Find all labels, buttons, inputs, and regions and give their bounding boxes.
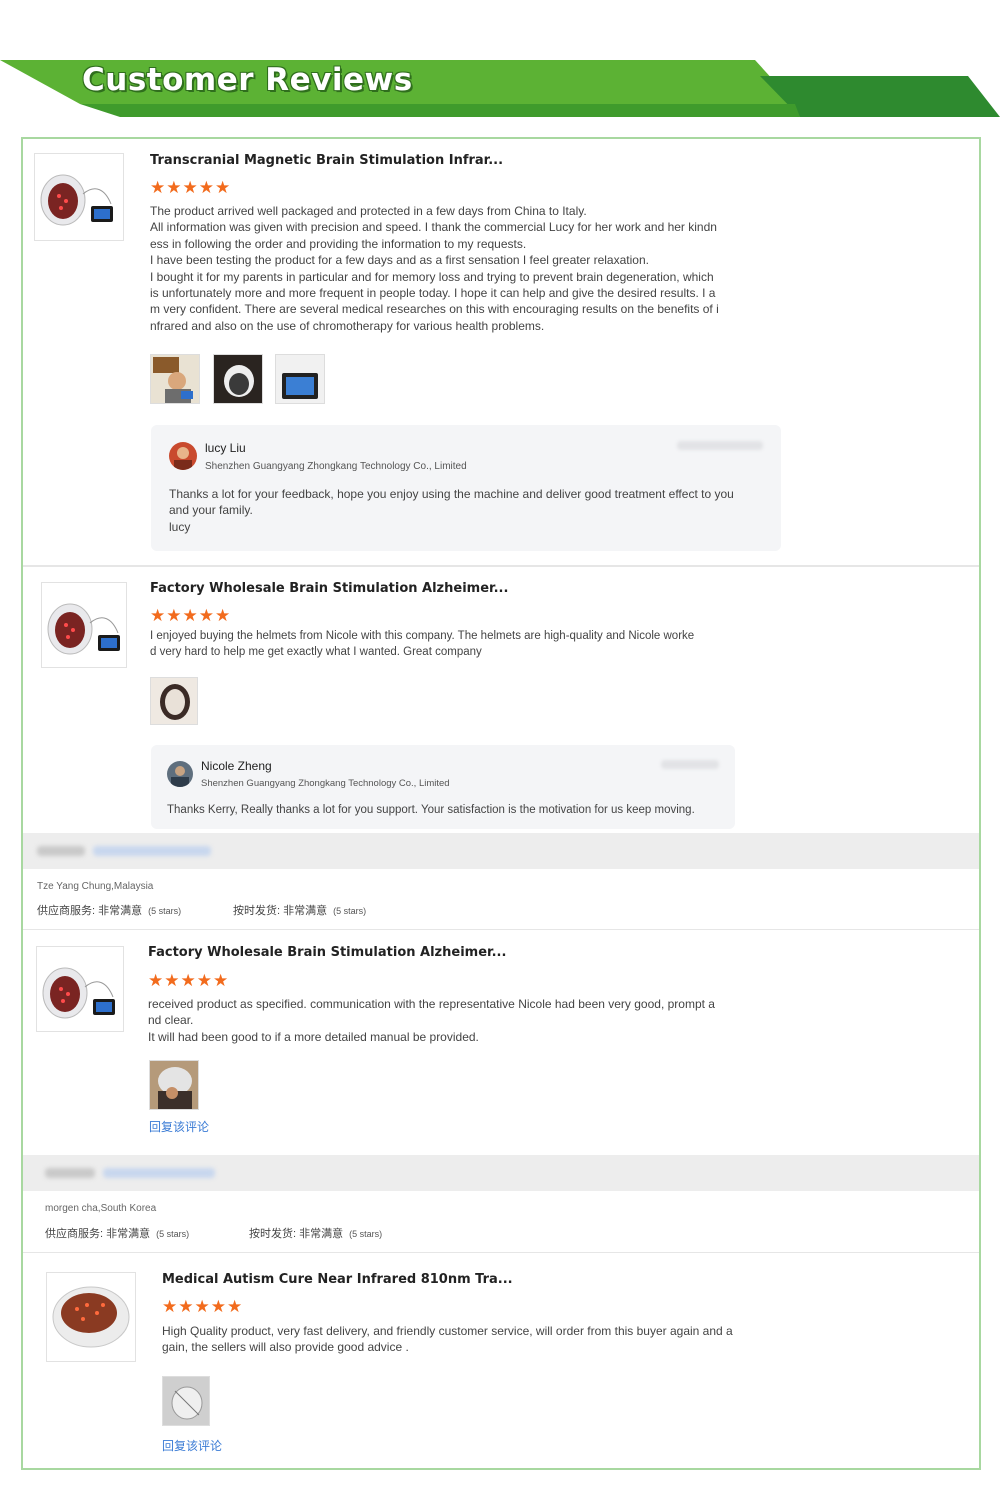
shipping-rating: 按时发货: 非常满意 (5 stars) [249, 1228, 383, 1240]
review-card: Factory Wholesale Brain Stimulation Alzh… [23, 930, 979, 1152]
reply-date [661, 760, 719, 769]
brain-helmet-device-icon [42, 967, 115, 1019]
product-thumbnail[interactable] [34, 153, 124, 241]
review-photo[interactable] [150, 354, 200, 404]
review-photo[interactable] [149, 1060, 199, 1110]
device-photo-icon [276, 355, 324, 403]
customer-reviews-banner: Customer Reviews [0, 0, 1000, 130]
seller-reply: lucy Liu Shenzhen Guangyang Zhongkang Te… [151, 425, 781, 551]
star-rating: ★★★★★ [162, 1297, 244, 1316]
review-photo[interactable] [150, 677, 198, 725]
review-text: I enjoyed buying the helmets from Nicole… [150, 630, 695, 658]
review-card: Transcranial Magnetic Brain Stimulation … [23, 139, 979, 565]
reply-text: Thanks Kerry, Really thanks a lot for yo… [167, 804, 695, 816]
product-title[interactable]: Factory Wholesale Brain Stimulation Alzh… [150, 581, 508, 596]
seller-reply: Nicole Zheng Shenzhen Guangyang Zhongkan… [151, 745, 735, 829]
star-rating: ★★★★★ [150, 178, 232, 197]
brain-helmet-device-icon [40, 174, 113, 226]
shipping-rating: 按时发货: 非常满意 (5 stars) [233, 905, 367, 917]
star-rating: ★★★★★ [150, 606, 232, 625]
service-rating: 供应商服务: 非常满意 (5 stars) [45, 1228, 190, 1240]
avatar [169, 442, 197, 470]
replier-name: Nicole Zheng [201, 759, 272, 773]
buyer-info: morgen cha,South Korea 供应商服务: 非常满意 (5 sta… [23, 1191, 979, 1251]
reply-date [677, 441, 763, 450]
replier-name: lucy Liu [205, 441, 246, 455]
reply-to-review-link[interactable]: 回复该评论 [149, 1118, 209, 1135]
avatar [167, 761, 193, 787]
product-title[interactable]: Medical Autism Cure Near Infrared 810nm … [162, 1272, 513, 1287]
review-card: Factory Wholesale Brain Stimulation Alzh… [23, 567, 979, 833]
package-photo-icon [163, 1377, 209, 1425]
page-title: Customer Reviews [82, 62, 413, 98]
service-rating: 供应商服务: 非常满意 (5 stars) [37, 905, 182, 917]
reviews-panel: Transcranial Magnetic Brain Stimulation … [21, 137, 981, 1470]
product-title[interactable]: Factory Wholesale Brain Stimulation Alzh… [148, 945, 506, 960]
review-text: received product as specified. communica… [148, 997, 715, 1044]
review-card: Medical Autism Cure Near Infrared 810nm … [23, 1253, 979, 1463]
order-header-strip [23, 833, 979, 869]
buyer-info: Tze Yang Chung,Malaysia 供应商服务: 非常满意 (5 st… [23, 869, 979, 929]
buyer-name: morgen cha,South Korea [45, 1203, 157, 1214]
review-photo[interactable] [275, 354, 325, 404]
person-photo-icon [151, 355, 199, 403]
product-thumbnail[interactable] [46, 1272, 136, 1362]
star-rating: ★★★★★ [148, 971, 230, 990]
product-title[interactable]: Transcranial Magnetic Brain Stimulation … [150, 153, 503, 168]
replier-company: Shenzhen Guangyang Zhongkang Technology … [201, 778, 450, 789]
product-thumbnail[interactable] [36, 946, 124, 1032]
helmet-interior-icon [52, 1286, 130, 1348]
replier-company: Shenzhen Guangyang Zhongkang Technology … [205, 461, 467, 472]
reply-text: Thanks a lot for your feedback, hope you… [169, 487, 734, 534]
helmet-photo-icon [214, 355, 262, 403]
reply-to-review-link[interactable]: 回复该评论 [162, 1437, 222, 1454]
review-text: High Quality product, very fast delivery… [162, 1324, 733, 1355]
product-thumbnail[interactable] [41, 582, 127, 668]
brain-helmet-device-icon [47, 603, 120, 655]
review-photo[interactable] [213, 354, 263, 404]
helmet-photo-icon [151, 678, 197, 724]
buyer-name: Tze Yang Chung,Malaysia [37, 881, 154, 892]
review-text: The product arrived well packaged and pr… [150, 204, 719, 333]
order-header-strip [23, 1155, 979, 1191]
review-photo[interactable] [162, 1376, 210, 1426]
helmet-wearer-photo-icon [150, 1061, 198, 1109]
